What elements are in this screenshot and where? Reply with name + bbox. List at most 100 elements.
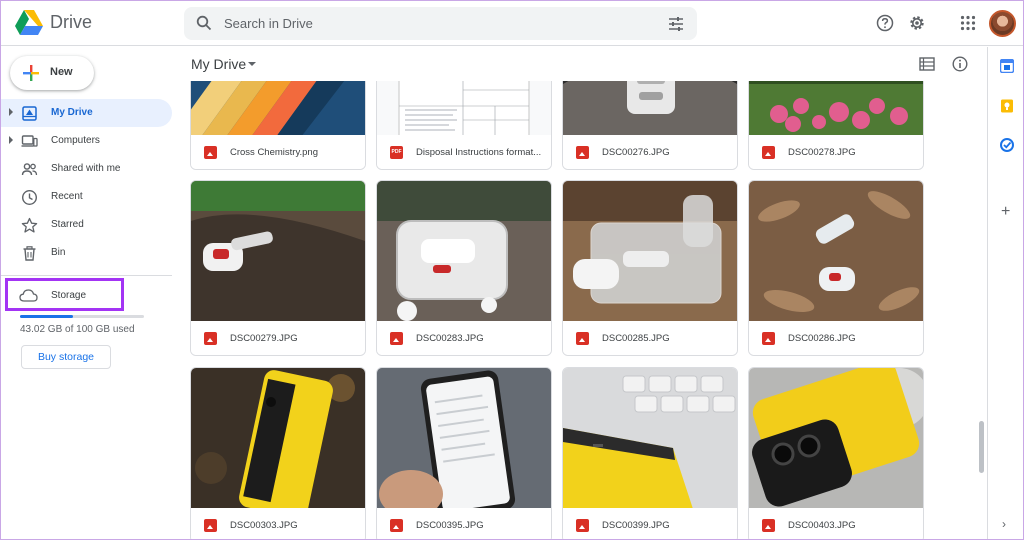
list-view-icon[interactable] — [919, 57, 935, 71]
sidebar-item-label: Starred — [51, 219, 84, 230]
scrollbar-thumb[interactable] — [979, 421, 984, 473]
account-avatar[interactable] — [989, 10, 1016, 37]
chevron-right-icon[interactable]: › — [1002, 517, 1006, 531]
image-file-icon — [576, 332, 589, 345]
file-caption: DSC00395.JPG — [377, 508, 551, 539]
trash-icon — [23, 246, 36, 261]
file-card[interactable]: Cross Chemistry.png — [190, 81, 366, 170]
file-card[interactable]: PDF Disposal Instructions format... — [376, 81, 552, 170]
sidebar: New My Drive Computers Shared with me Re… — [1, 47, 181, 539]
top-bar: Drive — [1, 1, 1023, 46]
file-thumbnail — [563, 81, 737, 137]
page-title[interactable]: My Drive — [191, 56, 246, 72]
image-file-icon — [762, 146, 775, 159]
file-caption: DSC00279.JPG — [191, 321, 365, 355]
sidebar-item-label: Shared with me — [51, 163, 121, 174]
main-content: My Drive Cross Chemistry.png PDF Disposa… — [181, 47, 987, 539]
file-card[interactable]: DSC00395.JPG — [376, 367, 552, 539]
file-name: Cross Chemistry.png — [230, 147, 318, 158]
file-name: DSC00303.JPG — [230, 520, 298, 531]
keep-icon[interactable] — [1000, 99, 1014, 113]
file-thumbnail — [749, 81, 923, 137]
file-thumbnail — [377, 368, 551, 509]
image-file-icon — [762, 519, 775, 532]
side-panel: + › — [987, 47, 1023, 539]
file-name: DSC00403.JPG — [788, 520, 856, 531]
sidebar-item-label: My Drive — [51, 107, 93, 118]
image-file-icon — [204, 332, 217, 345]
file-caption: DSC00399.JPG — [563, 508, 737, 539]
storage-highlight-box — [5, 278, 124, 311]
file-caption: DSC00403.JPG — [749, 508, 923, 539]
file-card[interactable]: DSC00403.JPG — [748, 367, 924, 539]
file-card[interactable]: DSC00278.JPG — [748, 81, 924, 170]
settings-gear-icon[interactable] — [908, 14, 926, 32]
file-name: DSC00279.JPG — [230, 333, 298, 344]
search-input[interactable] — [224, 7, 644, 40]
search-icon[interactable] — [196, 15, 212, 31]
file-card[interactable]: DSC00303.JPG — [190, 367, 366, 539]
file-caption: DSC00303.JPG — [191, 508, 365, 539]
file-caption: DSC00278.JPG — [749, 135, 923, 169]
file-card[interactable]: DSC00283.JPG — [376, 180, 552, 356]
expand-arrow-icon[interactable] — [9, 108, 13, 116]
pdf-file-icon: PDF — [390, 146, 403, 159]
storage-quota-bar — [20, 315, 144, 318]
file-card[interactable]: DSC00279.JPG — [190, 180, 366, 356]
search-bar[interactable] — [184, 7, 697, 40]
image-file-icon — [204, 519, 217, 532]
chevron-down-icon[interactable] — [248, 62, 256, 66]
image-file-icon — [576, 519, 589, 532]
file-thumbnail — [749, 181, 923, 322]
file-thumbnail — [191, 81, 365, 137]
image-file-icon — [390, 332, 403, 345]
add-addon-icon[interactable]: + — [1001, 203, 1010, 221]
main-header: My Drive — [181, 47, 987, 81]
computers-icon — [21, 135, 38, 147]
image-file-icon — [390, 519, 403, 532]
file-caption: DSC00286.JPG — [749, 321, 923, 355]
sidebar-item-shared-with-me[interactable]: Shared with me — [1, 155, 172, 183]
help-icon[interactable] — [876, 14, 894, 32]
shared-with-me-icon — [21, 163, 38, 176]
info-icon[interactable] — [952, 56, 968, 72]
file-name: DSC00278.JPG — [788, 147, 856, 158]
file-card[interactable]: DSC00399.JPG — [562, 367, 738, 539]
search-options-icon[interactable] — [668, 16, 684, 32]
sidebar-item-bin[interactable]: Bin — [1, 239, 172, 267]
sidebar-item-recent[interactable]: Recent — [1, 183, 172, 211]
file-name: DSC00276.JPG — [602, 147, 670, 158]
star-icon — [21, 217, 38, 233]
drive-logo-icon[interactable] — [15, 10, 43, 36]
sidebar-item-my-drive[interactable]: My Drive — [1, 99, 172, 127]
buy-storage-button[interactable]: Buy storage — [21, 345, 111, 369]
clock-icon — [21, 189, 38, 206]
file-name: DSC00285.JPG — [602, 333, 670, 344]
file-card[interactable]: DSC00285.JPG — [562, 180, 738, 356]
image-file-icon — [576, 146, 589, 159]
sidebar-item-starred[interactable]: Starred — [1, 211, 172, 239]
file-thumbnail — [563, 181, 737, 322]
file-thumbnail — [377, 181, 551, 322]
sidebar-divider — [1, 275, 172, 276]
tasks-icon[interactable] — [1000, 138, 1014, 152]
file-card[interactable]: DSC00286.JPG — [748, 180, 924, 356]
apps-grid-icon[interactable] — [959, 14, 977, 32]
storage-usage-text: 43.02 GB of 100 GB used — [20, 324, 135, 335]
app-name[interactable]: Drive — [50, 12, 92, 33]
file-caption: DSC00285.JPG — [563, 321, 737, 355]
file-name: DSC00399.JPG — [602, 520, 670, 531]
drive-window: Drive Search in Drive New My Drive Compu… — [0, 0, 1024, 540]
expand-arrow-icon[interactable] — [9, 136, 13, 144]
new-button-label: New — [50, 66, 73, 78]
file-name: DSC00286.JPG — [788, 333, 856, 344]
file-thumbnail — [749, 368, 923, 509]
sidebar-item-computers[interactable]: Computers — [1, 127, 172, 155]
file-name: DSC00395.JPG — [416, 520, 484, 531]
calendar-icon[interactable] — [1000, 59, 1014, 73]
file-card[interactable]: DSC00276.JPG — [562, 81, 738, 170]
file-name: Disposal Instructions format... — [416, 147, 542, 158]
new-button[interactable]: New — [10, 56, 94, 90]
file-thumbnail — [377, 81, 551, 137]
plus-icon — [23, 65, 39, 81]
